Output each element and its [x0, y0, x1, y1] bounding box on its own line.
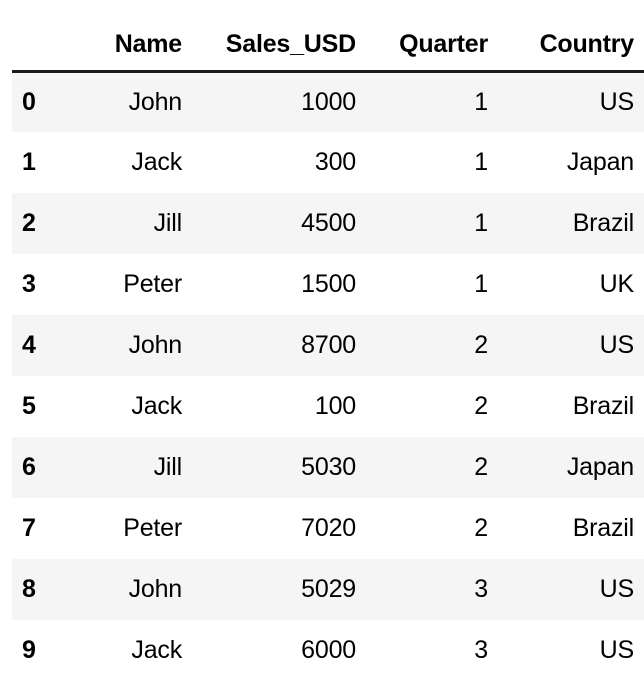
- table-row: 1 Jack 300 1 Japan: [12, 132, 644, 193]
- cell-quarter: 2: [366, 315, 498, 376]
- cell-sales-usd: 5030: [192, 437, 366, 498]
- table-row: 7 Peter 7020 2 Brazil: [12, 498, 644, 559]
- cell-country: Japan: [498, 132, 644, 193]
- cell-name: Jack: [54, 132, 192, 193]
- cell-name: Jack: [54, 620, 192, 681]
- cell-quarter: 1: [366, 132, 498, 193]
- row-index-label: 5: [12, 376, 54, 437]
- dataframe-container: Name Sales_USD Quarter Country 0 John 10…: [0, 0, 644, 697]
- table-row: 2 Jill 4500 1 Brazil: [12, 193, 644, 254]
- column-header-index: [12, 13, 54, 73]
- cell-sales-usd: 1500: [192, 254, 366, 315]
- table-row: 8 John 5029 3 US: [12, 559, 644, 620]
- table-header: Name Sales_USD Quarter Country: [12, 13, 644, 73]
- table-row: 6 Jill 5030 2 Japan: [12, 437, 644, 498]
- table-row: 5 Jack 100 2 Brazil: [12, 376, 644, 437]
- cell-name: John: [54, 71, 192, 132]
- table-header-row: Name Sales_USD Quarter Country: [12, 13, 644, 73]
- cell-name: Jill: [54, 193, 192, 254]
- row-index-label: 3: [12, 254, 54, 315]
- cell-country: US: [498, 559, 644, 620]
- cell-name: John: [54, 559, 192, 620]
- table-body: 0 John 1000 1 US 1 Jack 300 1 Japan 2 Ji…: [12, 71, 644, 681]
- table-row: 9 Jack 6000 3 US: [12, 620, 644, 681]
- cell-sales-usd: 5029: [192, 559, 366, 620]
- cell-country: Japan: [498, 437, 644, 498]
- cell-sales-usd: 6000: [192, 620, 366, 681]
- cell-quarter: 3: [366, 620, 498, 681]
- cell-country: Brazil: [498, 193, 644, 254]
- row-index-label: 7: [12, 498, 54, 559]
- row-index-label: 9: [12, 620, 54, 681]
- dataframe-table: Name Sales_USD Quarter Country 0 John 10…: [12, 13, 644, 681]
- cell-quarter: 1: [366, 254, 498, 315]
- cell-name: Peter: [54, 254, 192, 315]
- cell-quarter: 2: [366, 437, 498, 498]
- cell-country: Brazil: [498, 376, 644, 437]
- column-header-quarter: Quarter: [366, 13, 498, 73]
- cell-sales-usd: 300: [192, 132, 366, 193]
- cell-quarter: 2: [366, 376, 498, 437]
- cell-sales-usd: 8700: [192, 315, 366, 376]
- column-header-name: Name: [54, 13, 192, 73]
- cell-country: UK: [498, 254, 644, 315]
- table-row: 4 John 8700 2 US: [12, 315, 644, 376]
- cell-name: Jack: [54, 376, 192, 437]
- row-index-label: 0: [12, 71, 54, 132]
- cell-country: US: [498, 620, 644, 681]
- cell-sales-usd: 1000: [192, 71, 366, 132]
- cell-country: Brazil: [498, 498, 644, 559]
- cell-name: Jill: [54, 437, 192, 498]
- column-header-sales-usd: Sales_USD: [192, 13, 366, 73]
- left-gutter: [0, 0, 12, 697]
- row-index-label: 1: [12, 132, 54, 193]
- cell-country: US: [498, 71, 644, 132]
- cell-sales-usd: 4500: [192, 193, 366, 254]
- cell-sales-usd: 100: [192, 376, 366, 437]
- cell-sales-usd: 7020: [192, 498, 366, 559]
- cell-name: Peter: [54, 498, 192, 559]
- cell-quarter: 1: [366, 71, 498, 132]
- cell-country: US: [498, 315, 644, 376]
- column-header-country: Country: [498, 13, 644, 73]
- table-row: 0 John 1000 1 US: [12, 71, 644, 132]
- table-row: 3 Peter 1500 1 UK: [12, 254, 644, 315]
- cell-name: John: [54, 315, 192, 376]
- cell-quarter: 1: [366, 193, 498, 254]
- row-index-label: 4: [12, 315, 54, 376]
- row-index-label: 8: [12, 559, 54, 620]
- row-index-label: 6: [12, 437, 54, 498]
- cell-quarter: 2: [366, 498, 498, 559]
- cell-quarter: 3: [366, 559, 498, 620]
- row-index-label: 2: [12, 193, 54, 254]
